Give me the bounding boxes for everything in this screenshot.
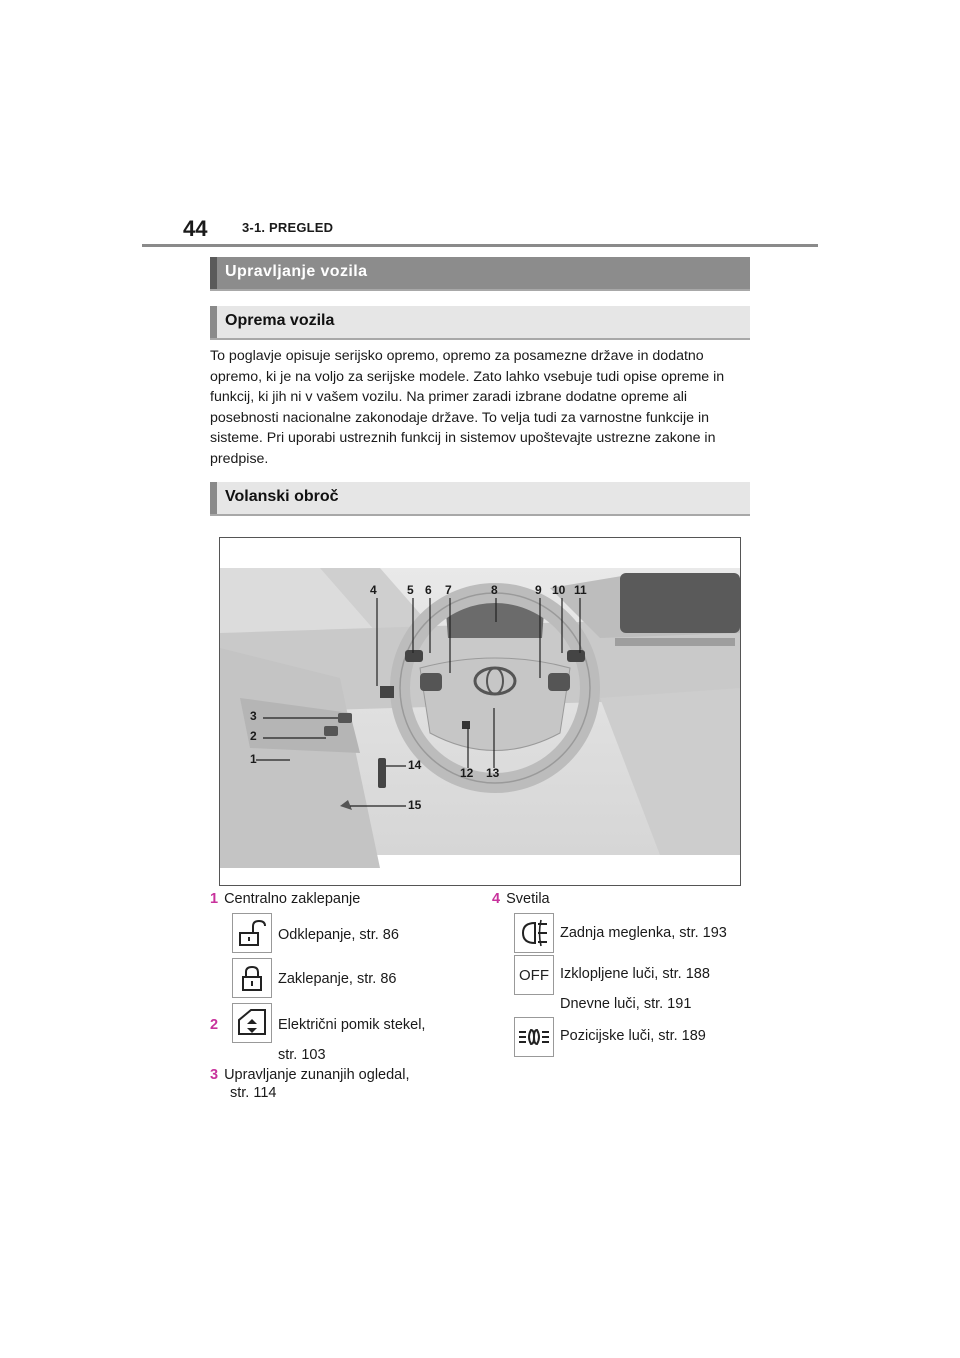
lights-off-icon: OFF <box>514 955 554 995</box>
callout-11: 11 <box>574 583 587 597</box>
parking-label: Pozicijske luči, str. 189 <box>560 1028 706 1044</box>
callout-7: 7 <box>445 583 452 597</box>
steering-heading-bar: Volanski obroč <box>210 482 750 516</box>
intro-paragraph: To poglavje opisuje serijsko opremo, opr… <box>210 348 725 467</box>
section-title: 3-1. PREGLED <box>242 220 334 235</box>
steering-wheel-figure: 4 5 6 7 8 9 10 11 3 2 1 14 15 12 13 <box>219 537 741 886</box>
lights-off-icon-text: OFF <box>519 966 549 984</box>
callout-1: 1 <box>250 752 257 766</box>
callout-10: 10 <box>552 583 566 597</box>
main-heading: Upravljanje vozila <box>225 263 368 280</box>
legend-item-1: 1 Centralno zaklepanje <box>210 890 360 908</box>
callout-12: 12 <box>460 766 474 780</box>
legend-num-4: 4 <box>492 891 501 907</box>
equipment-heading-bar: Oprema vozila <box>210 306 750 340</box>
callout-4: 4 <box>370 583 377 597</box>
lock-icon <box>232 958 272 998</box>
page-number: 44 <box>183 216 208 241</box>
callout-9: 9 <box>535 583 542 597</box>
header-divider <box>142 244 818 247</box>
callout-14: 14 <box>408 758 422 772</box>
equipment-heading: Oprema vozila <box>225 312 335 329</box>
unlock-icon <box>232 913 272 953</box>
legend-item-4: 4 Svetila <box>492 890 550 908</box>
drl-label: Dnevne luči, str. 191 <box>560 996 692 1012</box>
legend-item-3: 3 Upravljanje zunanjih ogledal, <box>210 1066 409 1084</box>
rear-fog-icon <box>514 913 554 953</box>
fog-label: Zadnja meglenka, str. 193 <box>560 925 727 941</box>
window-switch-icon <box>232 1003 272 1043</box>
callout-5: 5 <box>407 583 414 597</box>
lock-label: Zaklepanje, str. 86 <box>278 971 397 987</box>
window-label-2: str. 103 <box>278 1047 326 1063</box>
legend-num-1: 1 <box>210 891 219 907</box>
steering-heading: Volanski obroč <box>225 488 339 505</box>
callout-13: 13 <box>486 766 500 780</box>
parking-lights-icon <box>514 1017 554 1057</box>
legend-label-1: Centralno zaklepanje <box>224 891 361 907</box>
mirror-label-2: str. 114 <box>230 1085 277 1101</box>
legend-label-4: Svetila <box>506 891 550 907</box>
off-label: Izklopljene luči, str. 188 <box>560 966 710 982</box>
legend-num-3: 3 <box>210 1067 219 1083</box>
callout-15: 15 <box>408 798 422 812</box>
window-label-1: Električni pomik stekel, <box>278 1017 426 1033</box>
cockpit-illustration <box>220 568 740 868</box>
callout-6: 6 <box>425 583 432 597</box>
callout-3: 3 <box>250 709 257 723</box>
mirror-label-1: Upravljanje zunanjih ogledal, <box>224 1067 410 1083</box>
callout-8: 8 <box>491 583 498 597</box>
unlock-label: Odklepanje, str. 86 <box>278 927 399 943</box>
main-heading-bar: Upravljanje vozila <box>210 257 750 291</box>
legend-num-2: 2 <box>210 1017 219 1033</box>
callout-2: 2 <box>250 729 257 743</box>
